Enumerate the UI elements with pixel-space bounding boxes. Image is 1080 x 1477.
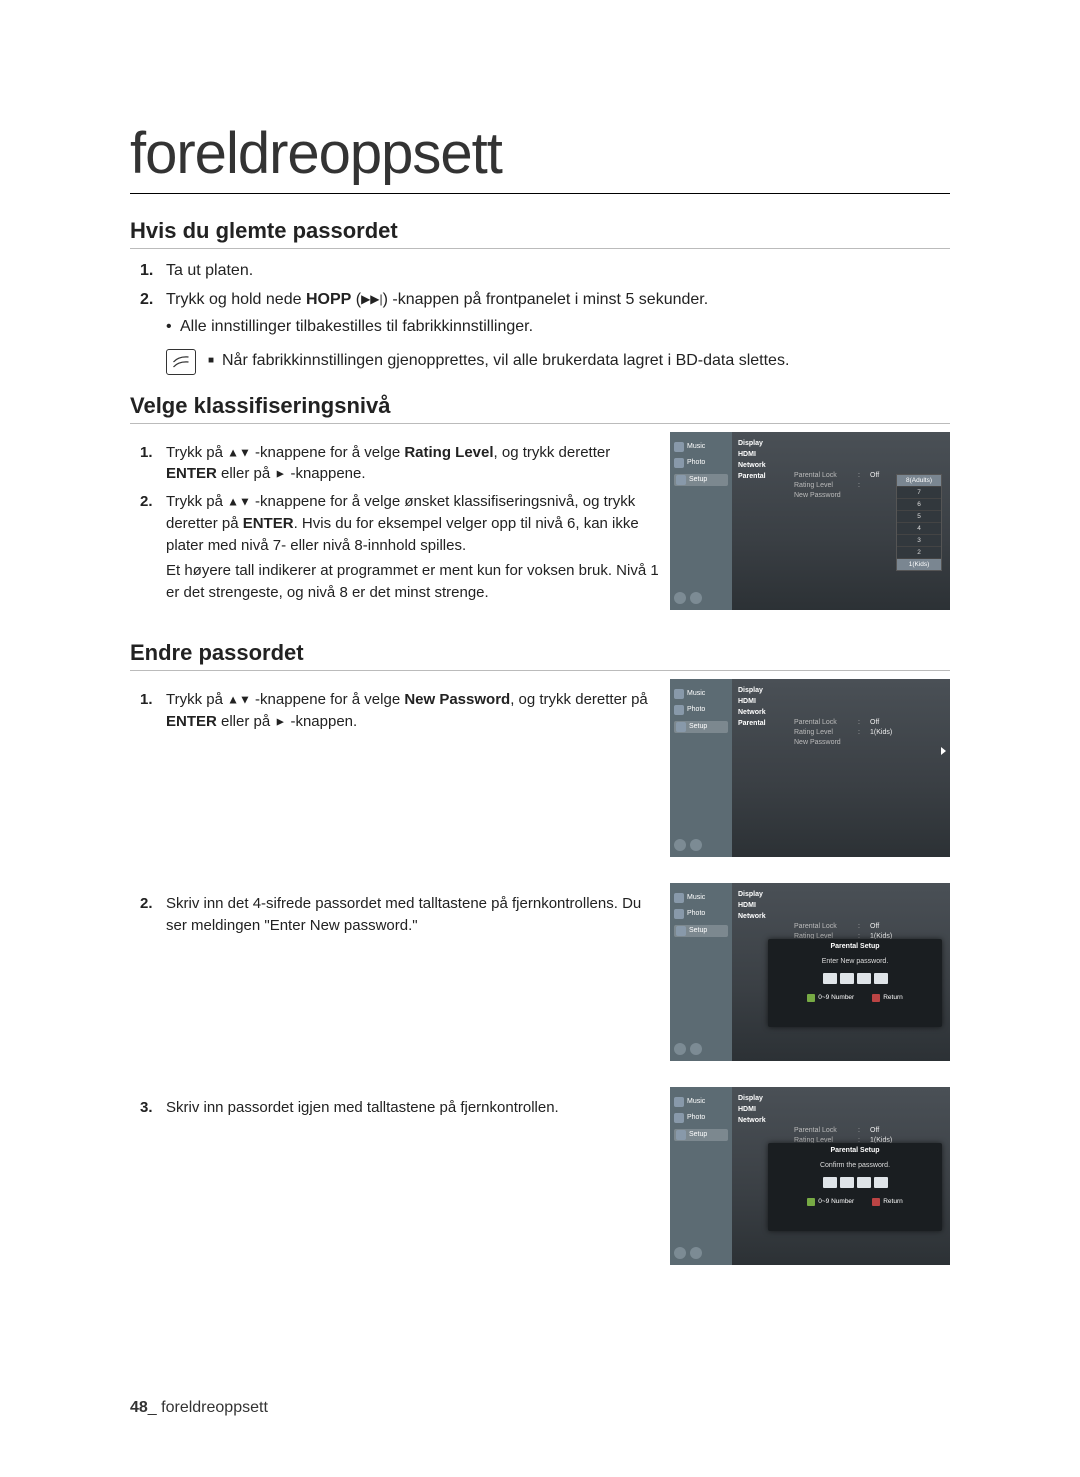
password-step-3: Skriv inn passordet igjen med talltasten… bbox=[130, 1097, 660, 1119]
note-icon bbox=[166, 349, 196, 375]
cursor-icon bbox=[941, 747, 946, 755]
password-step-2: Skriv inn det 4-sifrede passordet med ta… bbox=[130, 893, 660, 937]
up-down-arrows-icon: ▲▼ bbox=[227, 494, 251, 508]
pin-boxes bbox=[772, 1177, 938, 1188]
modal-confirm-msg: Confirm the password. bbox=[772, 1162, 938, 1169]
up-down-arrows-icon: ▲▼ bbox=[227, 692, 251, 706]
rating-step-2: Trykk på ▲▼ -knappene for å velge ønsket… bbox=[130, 491, 660, 604]
note-text: Når fabrikkinnstillingen gjenopprettes, … bbox=[208, 349, 950, 372]
play-icon: ► bbox=[274, 467, 286, 481]
page-footer: 48_ foreldreoppsett bbox=[130, 1399, 268, 1417]
rating-dropdown: 8(Adults) 7 6 5 4 3 2 1(Kids) bbox=[896, 474, 942, 571]
modal-title: Parental Setup bbox=[772, 943, 938, 950]
forgot-step-2-sub: Alle innstillinger tilbakestilles til fa… bbox=[166, 315, 950, 338]
modal-return-hint: Return bbox=[872, 1198, 903, 1206]
screenshot-new-password-menu: Music Photo Setup Display HDMI Network P… bbox=[670, 679, 950, 857]
rating-step-2-para: Et høyere tall indikerer at programmet e… bbox=[166, 560, 660, 604]
modal-number-hint: 0~9 Number bbox=[807, 1198, 854, 1206]
pin-boxes bbox=[772, 973, 938, 984]
heading-forgot-password: Hvis du glemte passordet bbox=[130, 218, 950, 249]
screenshot-rating-dropdown: Music Photo Setup Display HDMI Network P… bbox=[670, 432, 950, 610]
skip-icon: ▶▶| bbox=[361, 292, 383, 306]
rating-step-1: Trykk på ▲▼ -knappene for å velge Rating… bbox=[130, 442, 660, 486]
modal-title: Parental Setup bbox=[772, 1147, 938, 1154]
up-down-arrows-icon: ▲▼ bbox=[227, 445, 251, 459]
heading-change-password: Endre passordet bbox=[130, 640, 950, 671]
modal-number-hint: 0~9 Number bbox=[807, 994, 854, 1002]
play-icon: ► bbox=[274, 714, 286, 728]
password-step-1: Trykk på ▲▼ -knappene for å velge New Pa… bbox=[130, 689, 660, 733]
screenshot-enter-new-password: Music Photo Setup Display HDMI Network P… bbox=[670, 883, 950, 1061]
forgot-step-1: Ta ut platen. bbox=[130, 259, 950, 282]
forgot-step-2: Trykk og hold nede HOPP (▶▶|) -knappen p… bbox=[130, 288, 950, 338]
page-title: foreldreoppsett bbox=[130, 120, 950, 194]
modal-enter-msg: Enter New password. bbox=[772, 958, 938, 965]
heading-rating-level: Velge klassifiseringsnivå bbox=[130, 393, 950, 424]
screenshot-confirm-password: Music Photo Setup Display HDMI Network P… bbox=[670, 1087, 950, 1265]
modal-return-hint: Return bbox=[872, 994, 903, 1002]
